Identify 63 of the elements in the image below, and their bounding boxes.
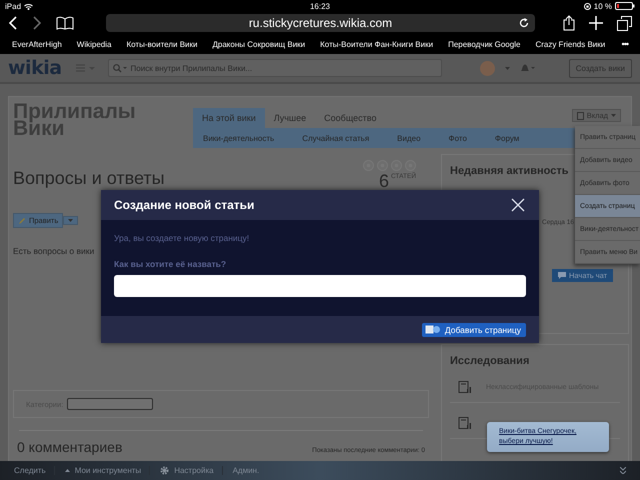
field-label: Как вы хотите её назвать? [114,259,228,269]
plus-icon[interactable] [589,16,603,30]
intro-text: Есть вопросы о вики [13,246,96,256]
subnav-link[interactable]: Фото [448,134,467,142]
toolbar-item[interactable]: Мои инструменты [64,466,150,475]
battery-icon [615,2,635,10]
bell-icon[interactable] [520,63,536,73]
article-count: 6 [378,173,389,189]
toolbar-item[interactable]: Следить [14,466,55,475]
caret-icon [611,114,616,117]
book-icon[interactable] [56,16,74,30]
dropdown-button[interactable] [63,216,78,225]
nav-tab[interactable]: Лучшее [264,108,316,128]
clock-time: 16:23 [308,2,332,10]
device-name: iPad [5,2,22,10]
chat-icon [558,272,566,279]
add-category-field[interactable] [67,398,154,410]
rotation-lock-icon [584,2,591,10]
bookmark-link[interactable]: EverAfterHigh [12,40,62,48]
wikia-logo[interactable]: wikia [8,57,62,79]
reload-icon[interactable] [519,18,529,28]
add-page-icon [424,325,441,334]
dialog-title: Создание новой статьи [114,198,254,212]
tabs-icon[interactable] [617,16,632,30]
collapse-icon[interactable] [620,467,626,474]
close-icon[interactable] [511,198,525,212]
caret-icon[interactable] [504,66,510,70]
template-icon [458,417,472,430]
back-icon[interactable] [8,16,18,30]
page-name-field[interactable] [114,275,526,297]
nav-tab[interactable]: Сообщество [315,108,386,128]
dialog-message: Ура, вы создаете новую страницу! [114,233,250,243]
subnav-link[interactable]: Случайная статья [302,134,370,142]
panel-title: Недавняя активность [450,165,570,177]
subnav-link[interactable]: Вики-деятельность [203,134,274,142]
add-page-button[interactable]: Добавить страницу [422,322,526,336]
search-icon[interactable] [112,64,127,72]
nav-tab[interactable]: На этой вики [193,108,265,128]
comments-title: 0 комментариев [17,439,122,455]
panel-title: Исследования [450,355,530,367]
bookmark-link[interactable]: Crazy Friends Вики [535,40,606,48]
forward-icon[interactable] [32,16,42,30]
bookmark-link[interactable]: Переводчик Google [448,40,520,48]
gear-icon [160,466,170,475]
caret-up-icon [64,469,70,472]
battery-percent: 10 % [594,2,612,10]
share-icon[interactable] [563,15,575,31]
bookmark-link[interactable]: Драконы Сокровищ Вики [212,40,306,48]
pencil-icon [18,216,26,224]
page-heading: Вопросы и ответы [13,168,165,189]
page-icon [576,112,584,120]
subnav-link[interactable]: Видео [397,134,421,142]
bookmark-link[interactable]: Коты-воители Вики [126,40,198,48]
wifi-icon [24,2,34,10]
toolbar-item[interactable]: Настройка [160,466,223,475]
subnav-link[interactable]: Форум [494,134,520,142]
caret-icon [68,219,74,222]
template-icon [458,381,472,394]
bookmark-link[interactable]: Коты-Воители Фан-Книги Вики [320,40,434,48]
address-bar[interactable]: ru.stickycretures.wikia.com [106,14,535,32]
bookmark-link[interactable]: Wikipedia [76,40,112,48]
toolbar-item[interactable]: Админ. [232,466,268,475]
more-bookmarks-button[interactable]: ••• [622,39,628,49]
